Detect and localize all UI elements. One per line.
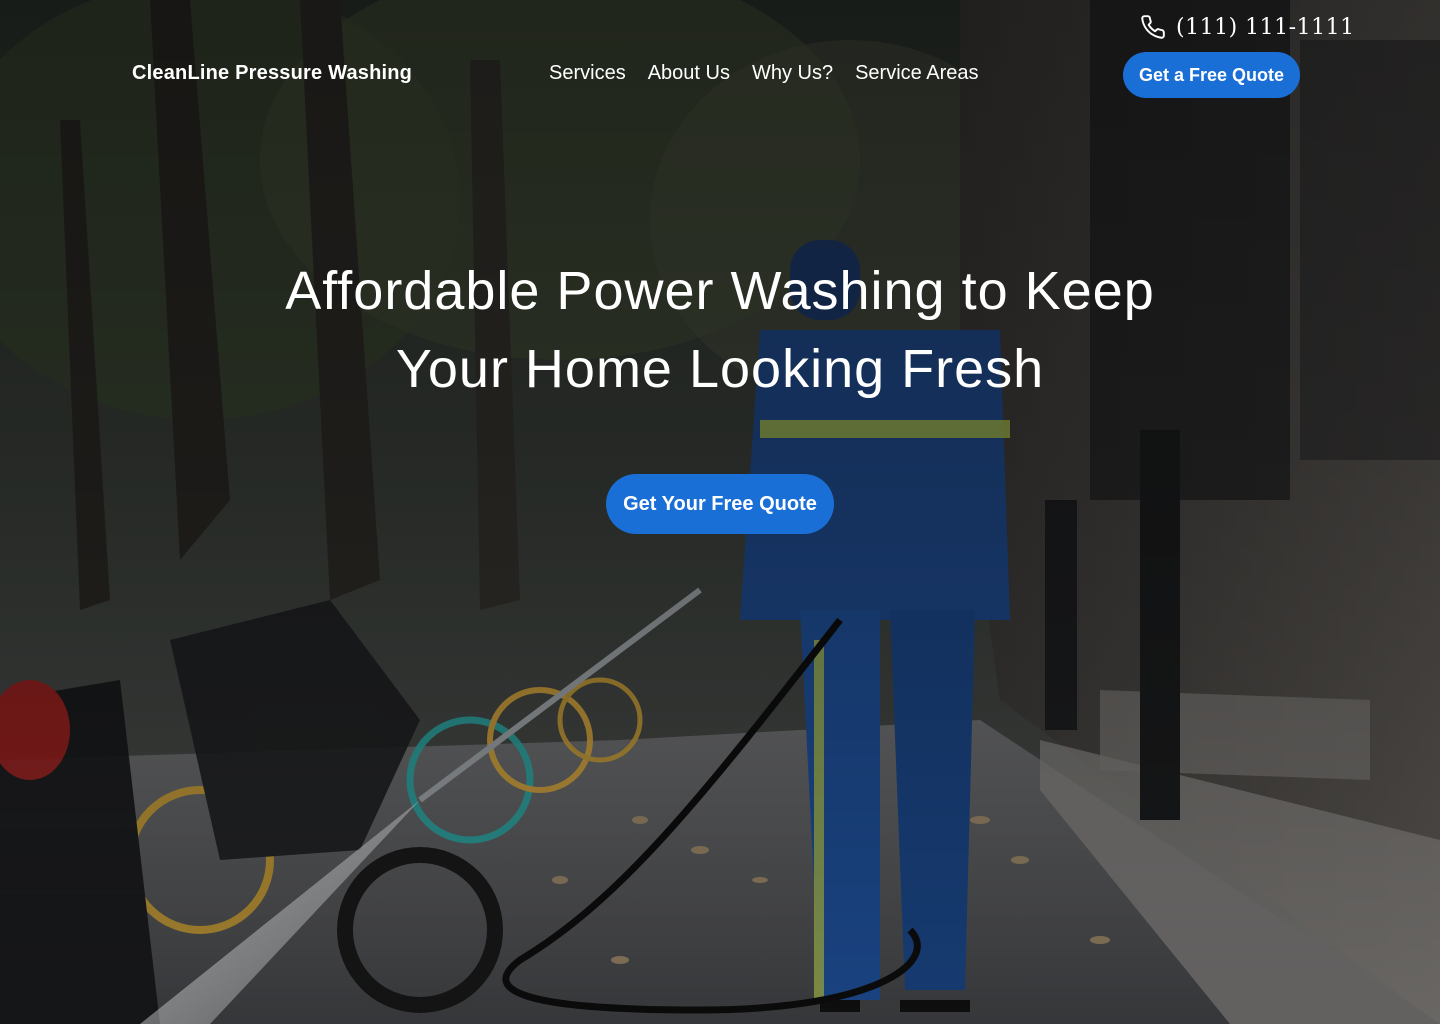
hero-section: (111) 111-1111 CleanLine Pressure Washin… [0, 0, 1440, 1024]
nav-item-services[interactable]: Services [549, 62, 626, 85]
get-free-quote-button[interactable]: Get a Free Quote [1123, 52, 1300, 98]
hero-headline: Affordable Power Washing to Keep Your Ho… [220, 252, 1220, 408]
phone-icon [1140, 14, 1166, 40]
nav-item-why-us[interactable]: Why Us? [752, 62, 833, 85]
nav-item-service-areas[interactable]: Service Areas [855, 62, 978, 85]
main-nav: Services About Us Why Us? Service Areas [549, 62, 978, 85]
hero-headline-line-2: Your Home Looking Fresh [395, 339, 1045, 399]
get-your-free-quote-button[interactable]: Get Your Free Quote [606, 474, 834, 534]
header-phone[interactable]: (111) 111-1111 [1140, 14, 1355, 40]
phone-number: (111) 111-1111 [1176, 14, 1355, 40]
brand-logo-text[interactable]: CleanLine Pressure Washing [132, 62, 412, 85]
nav-item-about-us[interactable]: About Us [648, 62, 730, 85]
hero-headline-line-1: Affordable Power Washing to Keep [285, 261, 1155, 321]
